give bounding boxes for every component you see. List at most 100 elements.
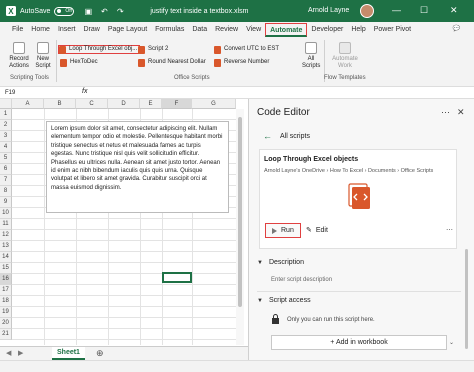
pane-scrollbar[interactable] xyxy=(465,249,468,349)
all-scripts-icon xyxy=(305,42,317,54)
script-icon xyxy=(138,58,145,67)
prev-sheet-icon[interactable]: ◀ xyxy=(6,349,11,357)
row-header[interactable]: 7 xyxy=(0,175,12,186)
column-header[interactable]: C xyxy=(76,99,108,109)
edit-button[interactable]: ✎ Edit xyxy=(306,226,328,235)
add-sheet-icon[interactable]: ⊕ xyxy=(96,348,104,359)
row-header[interactable]: 12 xyxy=(0,230,12,241)
tab-formulas[interactable]: Formulas xyxy=(151,23,188,37)
script-icon xyxy=(59,45,66,54)
grid-line xyxy=(12,218,236,219)
selected-cell[interactable] xyxy=(162,272,192,283)
tab-file[interactable]: File xyxy=(8,23,27,37)
close-icon[interactable]: ✕ xyxy=(457,107,465,118)
grid-line xyxy=(12,240,236,241)
new-script-button[interactable]: New Script xyxy=(32,42,54,70)
run-button[interactable]: Run xyxy=(265,223,301,238)
fx-icon[interactable]: fx xyxy=(82,88,87,95)
grid-line xyxy=(12,262,236,263)
name-box[interactable]: F19 xyxy=(3,88,43,98)
automate-work-button[interactable]: Automate Work xyxy=(330,42,360,70)
sheet-tab[interactable]: Sheet1 xyxy=(52,347,85,360)
row-header[interactable]: 15 xyxy=(0,263,12,274)
vertical-scrollbar[interactable] xyxy=(236,109,244,345)
row-header[interactable]: 20 xyxy=(0,318,12,329)
maximize-button[interactable]: ☐ xyxy=(420,5,428,16)
autosave-toggle[interactable]: Off xyxy=(54,6,75,16)
column-header[interactable]: E xyxy=(140,99,162,109)
chevron-down-icon[interactable]: ⌄ xyxy=(449,339,454,346)
column-header[interactable]: D xyxy=(108,99,140,109)
script-hextodec[interactable]: HexToDec xyxy=(60,58,98,67)
tab-view[interactable]: View xyxy=(242,23,265,37)
minimize-button[interactable]: — xyxy=(392,5,401,15)
row-header[interactable]: 4 xyxy=(0,142,12,153)
row-header[interactable]: 21 xyxy=(0,329,12,340)
tab-home[interactable]: Home xyxy=(27,23,54,37)
column-header[interactable]: A xyxy=(12,99,44,109)
tab-review[interactable]: Review xyxy=(211,23,242,37)
tab-draw[interactable]: Draw xyxy=(79,23,103,37)
status-bar xyxy=(0,360,474,372)
script-access-header[interactable]: ▼ Script access xyxy=(257,297,311,304)
record-actions-button[interactable]: Record Actions xyxy=(6,42,32,70)
access-text: Only you can run this script here. xyxy=(287,317,375,323)
tab-power-pivot[interactable]: Power Pivot xyxy=(370,23,415,37)
more-options-icon[interactable]: ⋯ xyxy=(441,107,450,118)
grid-line xyxy=(12,284,236,285)
column-header[interactable]: G xyxy=(192,99,236,109)
redo-icon[interactable]: ↷ xyxy=(114,5,126,17)
add-in-workbook-button[interactable]: + Add in workbook xyxy=(271,335,447,350)
row-header[interactable]: 14 xyxy=(0,252,12,263)
row-header[interactable]: 13 xyxy=(0,241,12,252)
tab-help[interactable]: Help xyxy=(347,23,369,37)
script-convert-utc-to-est[interactable]: Convert UTC to EST xyxy=(214,45,279,54)
description-placeholder[interactable]: Enter script description xyxy=(271,277,332,283)
undo-icon[interactable]: ↶ xyxy=(98,5,110,17)
back-label: All scripts xyxy=(280,132,310,140)
document-title[interactable]: justify text inside a textbox.xlsm xyxy=(150,8,248,15)
save-icon[interactable]: ▣ xyxy=(82,5,94,17)
tab-insert[interactable]: Insert xyxy=(54,23,80,37)
row-header[interactable]: 18 xyxy=(0,296,12,307)
back-arrow-icon[interactable]: ← xyxy=(263,131,272,141)
textbox[interactable]: Lorem ipsum dolor sit amet, consectetur … xyxy=(46,121,229,213)
card-more-icon[interactable]: ⋯ xyxy=(446,226,453,234)
script-label: Convert UTC to EST xyxy=(224,46,280,52)
column-header[interactable]: F xyxy=(162,99,192,109)
lock-icon xyxy=(272,314,279,324)
script-round-nearest-dollar[interactable]: Round Nearest Dollar xyxy=(138,58,206,67)
row-header[interactable]: 5 xyxy=(0,153,12,164)
spreadsheet-grid[interactable]: A B C D E F G 1 2 3 4 5 6 7 8 9 10 11 12… xyxy=(0,99,248,346)
script-2[interactable]: Script 2 xyxy=(138,45,168,54)
scrollbar-thumb[interactable] xyxy=(238,117,242,307)
row-header[interactable]: 10 xyxy=(0,208,12,219)
row-header[interactable]: 17 xyxy=(0,285,12,296)
row-header[interactable]: 11 xyxy=(0,219,12,230)
column-header[interactable]: B xyxy=(44,99,76,109)
tab-data[interactable]: Data xyxy=(188,23,211,37)
all-scripts-button[interactable]: All Scripts xyxy=(302,42,320,70)
row-header[interactable]: 19 xyxy=(0,307,12,318)
script-loop-through-excel[interactable]: Loop Through Excel obj... xyxy=(58,45,141,54)
avatar[interactable] xyxy=(360,4,374,18)
row-header[interactable]: 9 xyxy=(0,197,12,208)
select-all-corner[interactable] xyxy=(0,99,12,109)
row-header[interactable]: 8 xyxy=(0,186,12,197)
script-reverse-number[interactable]: Reverse Number xyxy=(214,58,269,67)
row-header[interactable]: 16 xyxy=(0,274,12,285)
script-label: HexToDec xyxy=(70,59,98,65)
row-header[interactable]: 2 xyxy=(0,120,12,131)
comment-icon[interactable]: 💬 xyxy=(453,25,460,32)
row-header[interactable]: 1 xyxy=(0,109,12,120)
tab-developer[interactable]: Developer xyxy=(307,23,347,37)
row-header[interactable]: 3 xyxy=(0,131,12,142)
row-header[interactable]: 6 xyxy=(0,164,12,175)
close-window-button[interactable]: ✕ xyxy=(450,5,458,16)
record-icon xyxy=(13,42,25,54)
tab-automate[interactable]: Automate xyxy=(265,23,308,37)
back-to-all-scripts[interactable]: ← All scripts xyxy=(263,131,310,141)
description-header[interactable]: ▼ Description xyxy=(257,259,304,266)
tab-page-layout[interactable]: Page Layout xyxy=(104,23,151,37)
next-sheet-icon[interactable]: ▶ xyxy=(18,349,23,357)
